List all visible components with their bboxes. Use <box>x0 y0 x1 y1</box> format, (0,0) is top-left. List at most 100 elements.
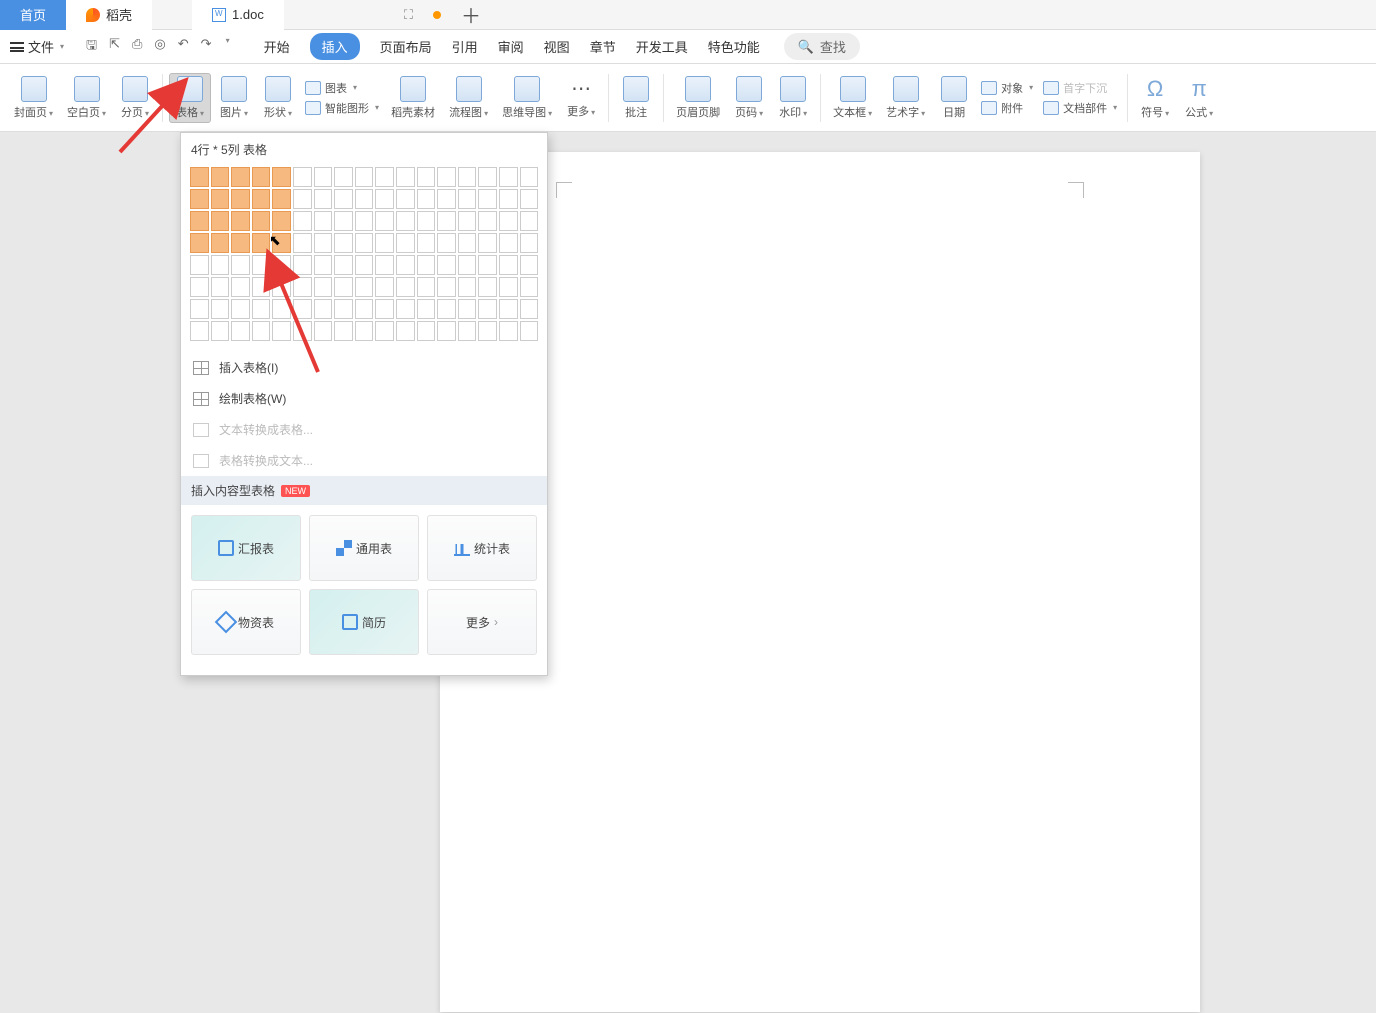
grid-cell[interactable] <box>437 211 456 231</box>
tab-reference[interactable]: 引用 <box>452 37 478 56</box>
grid-cell[interactable] <box>437 167 456 187</box>
blank-page-button[interactable]: 空白页▾ <box>61 74 112 122</box>
grid-cell[interactable] <box>375 233 394 253</box>
grid-cell[interactable] <box>520 321 539 341</box>
grid-cell[interactable] <box>499 211 518 231</box>
grid-cell[interactable] <box>478 321 497 341</box>
draw-table-item[interactable]: 绘制表格(W) <box>181 383 547 414</box>
grid-cell[interactable] <box>478 299 497 319</box>
grid-cell[interactable] <box>478 211 497 231</box>
tpl-resume[interactable]: 简历 <box>309 589 419 655</box>
grid-cell[interactable] <box>334 211 353 231</box>
grid-cell[interactable] <box>437 299 456 319</box>
grid-cell[interactable] <box>231 233 250 253</box>
grid-cell[interactable] <box>417 233 436 253</box>
grid-cell[interactable] <box>499 299 518 319</box>
grid-cell[interactable] <box>355 321 374 341</box>
page-break-button[interactable]: 分页▾ <box>114 74 156 122</box>
grid-cell[interactable] <box>499 189 518 209</box>
grid-cell[interactable] <box>458 189 477 209</box>
grid-cell[interactable] <box>458 211 477 231</box>
grid-cell[interactable] <box>314 167 333 187</box>
file-menu[interactable]: 文件▾ <box>10 37 64 56</box>
grid-cell[interactable] <box>355 277 374 297</box>
grid-cell[interactable] <box>334 277 353 297</box>
grid-cell[interactable] <box>375 211 394 231</box>
tab-layout[interactable]: 页面布局 <box>380 37 432 56</box>
grid-cell[interactable] <box>314 299 333 319</box>
grid-cell[interactable] <box>437 233 456 253</box>
grid-cell[interactable] <box>417 211 436 231</box>
cover-page-button[interactable]: 封面页▾ <box>8 74 59 122</box>
grid-cell[interactable] <box>458 233 477 253</box>
grid-cell[interactable] <box>417 321 436 341</box>
grid-cell[interactable] <box>314 211 333 231</box>
tab-section[interactable]: 章节 <box>590 37 616 56</box>
grid-cell[interactable] <box>314 233 333 253</box>
grid-cell[interactable] <box>396 299 415 319</box>
grid-cell[interactable] <box>211 211 230 231</box>
comment-button[interactable]: 批注 <box>615 74 657 122</box>
grid-cell[interactable] <box>396 189 415 209</box>
grid-cell[interactable] <box>211 167 230 187</box>
grid-cell[interactable] <box>417 167 436 187</box>
grid-cell[interactable] <box>231 211 250 231</box>
grid-cell[interactable] <box>252 321 271 341</box>
grid-cell[interactable] <box>231 189 250 209</box>
grid-cell[interactable] <box>211 189 230 209</box>
grid-cell[interactable] <box>190 299 209 319</box>
grid-cell[interactable] <box>355 189 374 209</box>
daoke-resource-button[interactable]: 稻壳素材 <box>385 74 441 122</box>
grid-cell[interactable] <box>293 211 312 231</box>
grid-cell[interactable] <box>314 255 333 275</box>
grid-cell[interactable] <box>272 189 291 209</box>
grid-cell[interactable] <box>417 255 436 275</box>
grid-cell[interactable] <box>211 321 230 341</box>
grid-cell[interactable] <box>231 255 250 275</box>
tpl-general[interactable]: 通用表 <box>309 515 419 581</box>
grid-cell[interactable] <box>375 299 394 319</box>
grid-cell[interactable] <box>190 189 209 209</box>
tab-review[interactable]: 审阅 <box>498 37 524 56</box>
grid-cell[interactable] <box>478 277 497 297</box>
smartart-button[interactable]: 智能图形▾ <box>301 99 383 117</box>
grid-cell[interactable] <box>252 233 271 253</box>
grid-cell[interactable] <box>190 277 209 297</box>
new-tab-button[interactable]: ＋ <box>461 0 481 29</box>
grid-cell[interactable] <box>272 233 291 253</box>
grid-cell[interactable] <box>417 277 436 297</box>
grid-cell[interactable] <box>355 233 374 253</box>
grid-cell[interactable] <box>272 299 291 319</box>
watermark-button[interactable]: 水印▾ <box>772 74 814 122</box>
grid-cell[interactable] <box>334 233 353 253</box>
document-page[interactable] <box>440 152 1200 1012</box>
grid-cell[interactable] <box>252 299 271 319</box>
grid-cell[interactable] <box>396 233 415 253</box>
grid-cell[interactable] <box>272 211 291 231</box>
grid-cell[interactable] <box>334 167 353 187</box>
grid-cell[interactable] <box>417 189 436 209</box>
grid-cell[interactable] <box>396 255 415 275</box>
grid-cell[interactable] <box>499 277 518 297</box>
grid-cell[interactable] <box>375 167 394 187</box>
redo-icon[interactable]: ↷ <box>201 36 212 58</box>
textbox-button[interactable]: 文本框▾ <box>827 74 878 122</box>
grid-cell[interactable] <box>478 255 497 275</box>
grid-cell[interactable] <box>293 321 312 341</box>
insert-table-item[interactable]: 插入表格(I) <box>181 352 547 383</box>
object-button[interactable]: 对象▾ <box>977 79 1037 97</box>
tab-document[interactable]: 1.doc <box>192 0 284 30</box>
image-button[interactable]: 图片▾ <box>213 74 255 122</box>
grid-cell[interactable] <box>231 167 250 187</box>
grid-cell[interactable] <box>272 277 291 297</box>
grid-cell[interactable] <box>355 299 374 319</box>
grid-cell[interactable] <box>293 277 312 297</box>
grid-cell[interactable] <box>458 321 477 341</box>
grid-cell[interactable] <box>375 277 394 297</box>
grid-cell[interactable] <box>334 321 353 341</box>
date-button[interactable]: 日期 <box>933 74 975 122</box>
grid-cell[interactable] <box>293 167 312 187</box>
grid-cell[interactable] <box>458 299 477 319</box>
search-box[interactable]: 🔍 查找 <box>784 33 860 60</box>
grid-cell[interactable] <box>396 211 415 231</box>
